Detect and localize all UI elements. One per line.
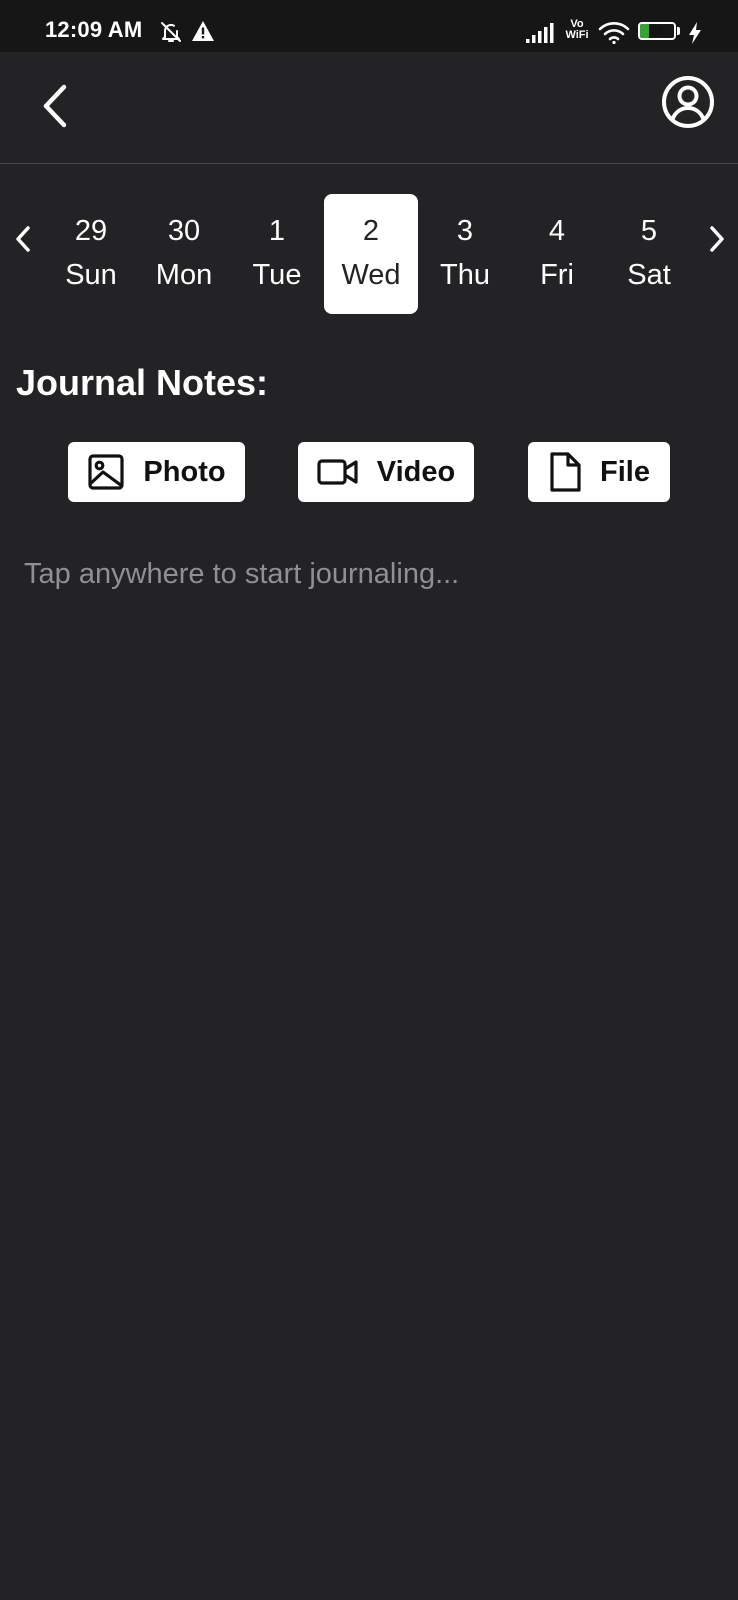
previous-week-button[interactable]: [10, 224, 36, 254]
day-name: Tue: [252, 259, 302, 291]
battery-level: 25: [649, 23, 665, 38]
day-number: 2: [362, 215, 380, 247]
day-fri[interactable]: 4 Fri: [510, 194, 604, 314]
day-wed-selected[interactable]: 2 Wed: [324, 194, 418, 314]
video-camera-icon: [317, 459, 358, 485]
add-photo-button[interactable]: Photo: [68, 442, 245, 502]
status-bar: 12:09 AM Vo WiFi 25: [0, 0, 738, 52]
day-name: Thu: [440, 259, 490, 291]
wifi-icon: [598, 22, 630, 45]
status-time: 12:09 AM: [45, 17, 143, 42]
day-number: 3: [456, 215, 474, 247]
day-sun[interactable]: 29 Sun: [44, 194, 138, 314]
file-button-label: File: [600, 455, 650, 488]
user-circle-icon: [662, 76, 714, 128]
journal-entry-input[interactable]: Tap anywhere to start journaling...: [24, 558, 714, 591]
week-day-selector: 29 Sun 30 Mon 1 Tue 2 Wed 3 Thu 4 Fri 5 …: [0, 190, 738, 316]
day-tue[interactable]: 1 Tue: [230, 194, 324, 314]
day-number: 5: [640, 215, 658, 247]
vowifi-icon: Vo WiFi: [563, 19, 591, 41]
profile-button[interactable]: [660, 74, 716, 130]
day-number: 30: [167, 215, 201, 247]
back-button[interactable]: [30, 79, 80, 133]
add-video-button[interactable]: Video: [298, 442, 474, 502]
day-number: 29: [74, 215, 108, 247]
battery-nub: [677, 27, 680, 35]
day-number: 1: [268, 215, 286, 247]
day-number: 4: [548, 215, 566, 247]
warning-icon: [192, 21, 214, 41]
chevron-left-icon: [16, 226, 30, 252]
day-name: Sun: [65, 259, 117, 291]
day-name: Fri: [540, 259, 574, 291]
journal-notes-title: Journal Notes:: [16, 362, 269, 403]
chevron-left-icon: [43, 84, 67, 128]
day-name: Sat: [627, 259, 671, 291]
next-week-button[interactable]: [704, 224, 730, 254]
bell-off-icon: [161, 22, 181, 42]
chevron-right-icon: [710, 226, 724, 252]
battery-icon: 25: [638, 22, 676, 40]
vowifi-bottom-label: WiFi: [565, 29, 589, 41]
signal-icon: [526, 23, 554, 43]
file-icon: [550, 452, 581, 492]
day-sat[interactable]: 5 Sat: [602, 194, 696, 314]
add-file-button[interactable]: File: [528, 442, 670, 502]
video-button-label: Video: [376, 455, 456, 488]
day-thu[interactable]: 3 Thu: [418, 194, 512, 314]
app-bar: [0, 52, 738, 164]
photo-button-label: Photo: [143, 455, 226, 488]
day-mon[interactable]: 30 Mon: [137, 194, 231, 314]
day-name: Wed: [341, 259, 401, 291]
image-icon: [88, 454, 125, 490]
day-name: Mon: [155, 259, 213, 291]
charging-icon: [689, 22, 701, 44]
